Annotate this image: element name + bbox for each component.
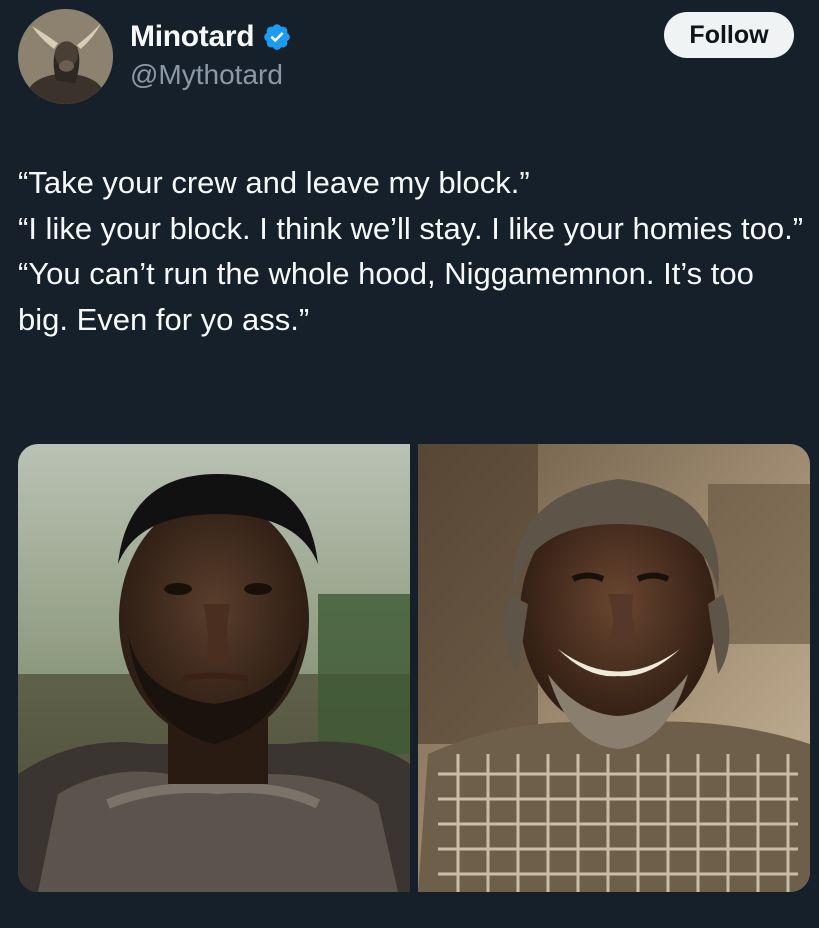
- tweet-line: “I like your block. I think we’ll stay. …: [18, 210, 804, 246]
- follow-button[interactable]: Follow: [664, 12, 794, 58]
- minotaur-avatar[interactable]: [18, 9, 113, 104]
- tweet-card: Minotard @Mythotard Follow “Take your cr…: [0, 0, 819, 928]
- author-handle[interactable]: @Mythotard: [130, 59, 283, 91]
- author-display-name[interactable]: Minotard: [130, 20, 255, 54]
- verified-badge-icon[interactable]: [262, 22, 292, 52]
- smiling-warrior-photo[interactable]: [418, 444, 810, 892]
- tweet-text: “Take your crew and leave my block.” “I …: [18, 160, 808, 342]
- bearded-warrior-photo[interactable]: [18, 444, 410, 892]
- tweet-media: [18, 444, 810, 892]
- minotaur-icon: [18, 9, 113, 104]
- tweet-line: “Take your crew and leave my block.”: [18, 165, 530, 200]
- tweet-line: “You can’t run the whole hood, Niggamemn…: [18, 256, 754, 337]
- author-name-row: Minotard: [130, 17, 292, 57]
